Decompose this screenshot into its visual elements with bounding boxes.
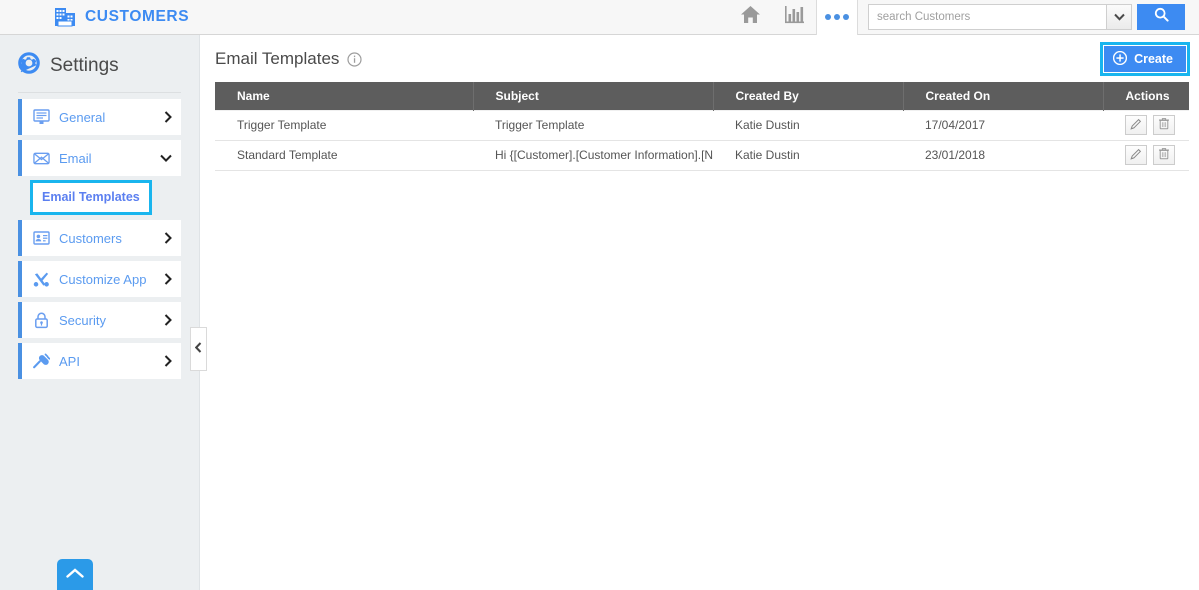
cell-created-on: 17/04/2017 — [903, 109, 1103, 141]
chevron-right-icon — [164, 355, 172, 367]
sidebar-header: Settings — [0, 35, 199, 79]
create-button[interactable]: Create — [1104, 46, 1186, 72]
sidebar-item-label: Security — [59, 312, 106, 328]
sidebar-item-general[interactable]: General — [18, 99, 181, 135]
plus-circle-icon — [1112, 50, 1128, 68]
home-icon — [740, 5, 761, 29]
sidebar-item-label: General — [59, 109, 106, 125]
sidebar-item-label: API — [59, 353, 80, 369]
column-header-created-by[interactable]: Created By — [713, 82, 904, 110]
sidebar-collapse-button[interactable] — [190, 327, 207, 371]
sidebar-subnav: Email Templates — [0, 180, 199, 215]
ellipsis-icon — [825, 14, 849, 20]
column-header-created-on[interactable]: Created On — [903, 82, 1104, 110]
sidebar-item-api[interactable]: API — [18, 343, 181, 379]
delete-icon — [1158, 147, 1170, 163]
column-header-actions: Actions — [1103, 82, 1189, 110]
brand[interactable]: CUSTOMERS — [0, 7, 189, 27]
table-header-row: Name Subject Created By Created On Actio… — [215, 82, 1189, 110]
sidebar-item-email[interactable]: Email — [18, 140, 181, 176]
home-button[interactable] — [728, 0, 772, 35]
cell-subject: Trigger Template — [473, 109, 713, 141]
column-header-subject[interactable]: Subject — [473, 82, 714, 110]
monitor-icon — [33, 109, 50, 126]
building-icon — [54, 7, 76, 27]
scroll-to-top-button[interactable] — [57, 559, 93, 590]
info-circle-icon[interactable] — [347, 52, 363, 67]
brand-label: CUSTOMERS — [85, 8, 190, 25]
chevron-down-icon — [160, 154, 172, 163]
chevron-up-icon — [66, 566, 84, 584]
search-input[interactable] — [868, 4, 1106, 30]
table-body: Trigger Template Trigger Template Katie … — [215, 109, 1189, 171]
envelope-icon — [33, 150, 50, 167]
chevron-right-icon — [164, 232, 172, 244]
cell-subject: Hi {[Customer].[Customer Information].[N… — [473, 140, 713, 171]
chevron-down-icon — [1113, 8, 1125, 26]
create-button-label: Create — [1134, 52, 1173, 66]
create-button-highlight: Create — [1100, 42, 1190, 76]
search-submit-button[interactable] — [1137, 4, 1185, 30]
edit-row-button[interactable] — [1125, 115, 1147, 135]
reports-button[interactable] — [772, 0, 816, 35]
delete-row-button[interactable] — [1153, 145, 1175, 165]
cell-name: Standard Template — [215, 140, 473, 171]
cell-created-by: Katie Dustin — [713, 109, 903, 141]
edit-icon — [1130, 118, 1142, 133]
chevron-right-icon — [164, 273, 172, 285]
sidebar-nav-lower: Customers Customize App Security API — [0, 220, 199, 379]
edit-icon — [1130, 148, 1142, 163]
sidebar-item-label: Email — [59, 150, 92, 166]
search-icon — [1154, 7, 1169, 27]
email-templates-table: Name Subject Created By Created On Actio… — [215, 82, 1189, 171]
top-actions — [728, 0, 1199, 35]
cell-name: Trigger Template — [215, 109, 473, 141]
delete-icon — [1158, 117, 1170, 133]
contact-card-icon — [33, 230, 50, 247]
sidebar-item-customers[interactable]: Customers — [18, 220, 181, 256]
table-row[interactable]: Standard Template Hi {[Customer].[Custom… — [215, 140, 1189, 171]
cell-created-by: Katie Dustin — [713, 140, 903, 171]
delete-row-button[interactable] — [1153, 115, 1175, 135]
settings-sidebar: Settings General Email Email Templates C… — [0, 35, 200, 590]
chevron-right-icon — [164, 314, 172, 326]
sidebar-nav: General Email — [0, 93, 199, 176]
gear-icon — [18, 52, 40, 79]
cell-actions — [1103, 109, 1189, 141]
column-header-name[interactable]: Name — [215, 82, 474, 110]
search-scope-dropdown[interactable] — [1106, 4, 1132, 30]
table-header: Name Subject Created By Created On Actio… — [215, 82, 1189, 110]
sidebar-item-email-templates[interactable]: Email Templates — [30, 180, 152, 215]
chevron-right-icon — [164, 111, 172, 123]
search-area — [868, 4, 1185, 30]
cell-created-on: 23/01/2018 — [903, 140, 1103, 171]
sidebar-item-security[interactable]: Security — [18, 302, 181, 338]
bar-chart-icon — [784, 5, 805, 29]
edit-row-button[interactable] — [1125, 145, 1147, 165]
page-title: Email Templates — [215, 48, 340, 68]
top-header-bar: CUSTOMERS — [0, 0, 1199, 35]
more-menu-button[interactable] — [816, 0, 858, 35]
table-row[interactable]: Trigger Template Trigger Template Katie … — [215, 109, 1189, 141]
chevron-left-icon — [194, 340, 202, 358]
lock-icon — [33, 312, 50, 329]
sidebar-title: Settings — [50, 54, 119, 76]
plug-icon — [33, 353, 50, 370]
sidebar-subitem-label: Email Templates — [42, 190, 140, 204]
app-root: CUSTOMERS search Customers Settings Gene… — [0, 0, 1199, 590]
main-content: Email Templates Create Name Subject Crea… — [201, 35, 1199, 590]
sidebar-item-label: Customize App — [59, 271, 147, 287]
sidebar-item-label: Customers — [59, 230, 122, 246]
sidebar-item-customize-app[interactable]: Customize App — [18, 261, 181, 297]
cell-actions — [1103, 140, 1189, 171]
tools-icon — [33, 271, 50, 288]
page-header: Email Templates Create — [201, 35, 1199, 82]
